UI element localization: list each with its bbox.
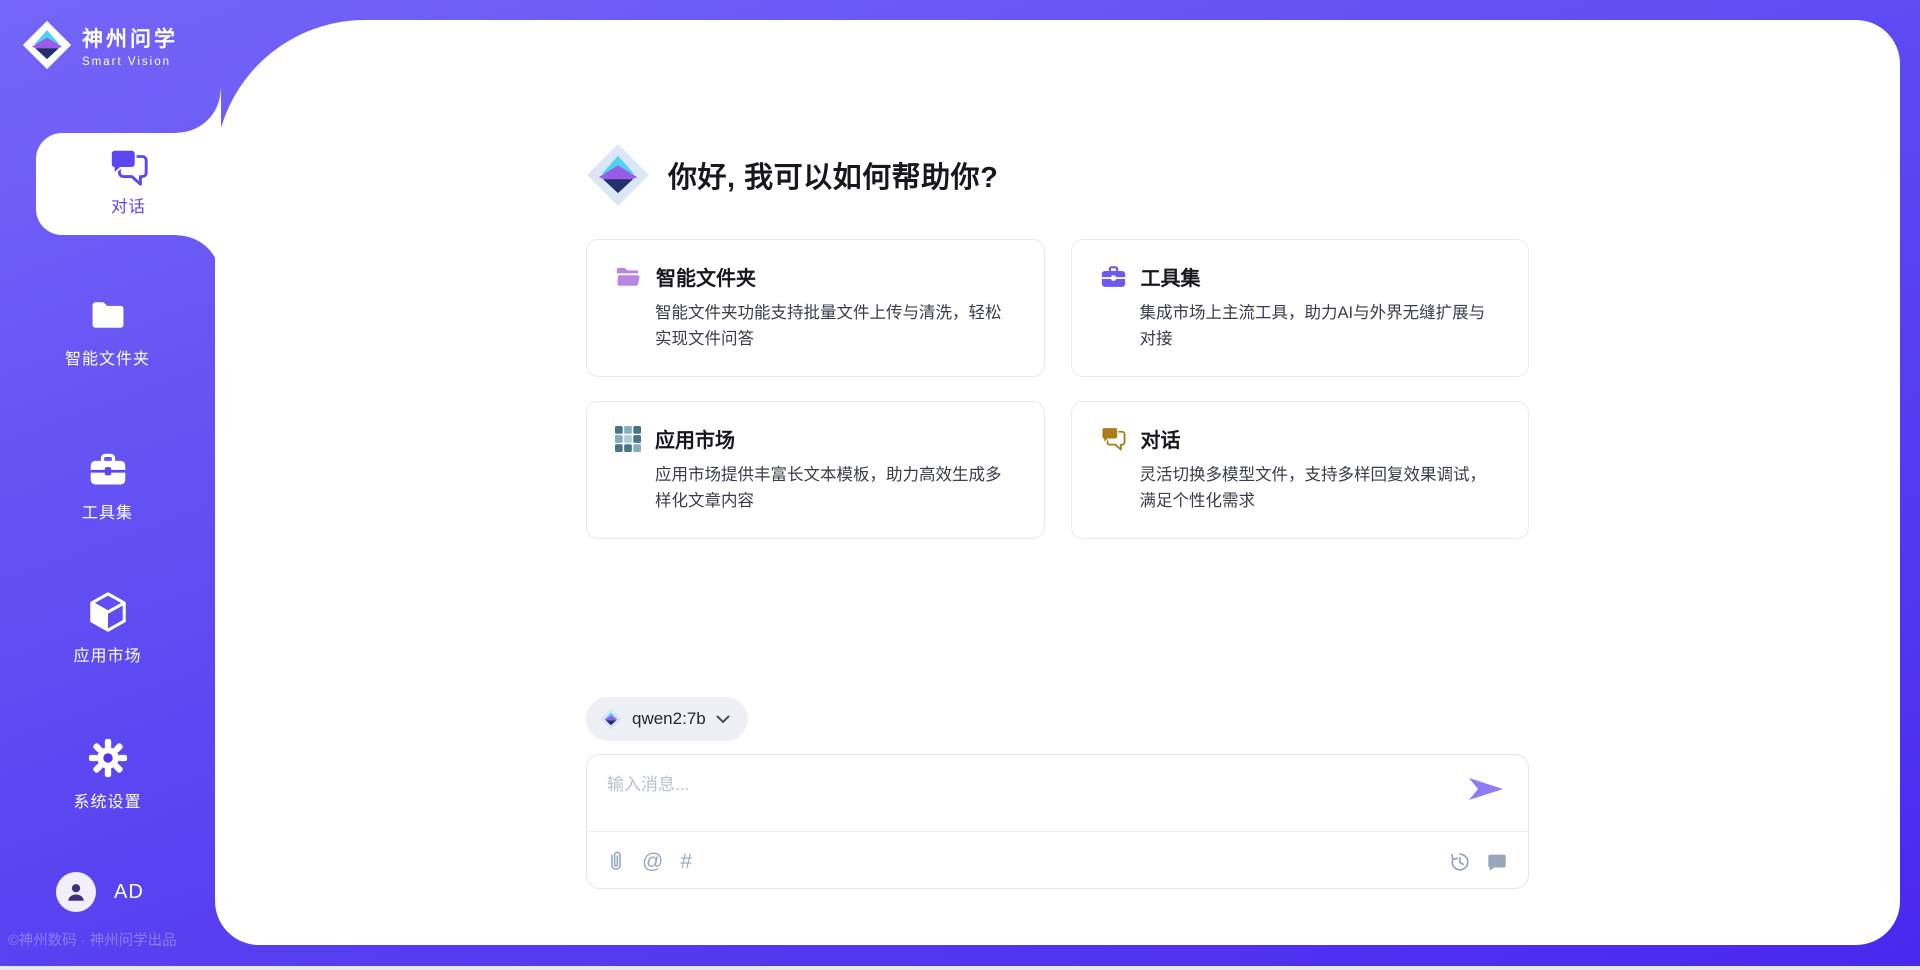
card-description: 集成市场上主流工具，助力AI与外界无缝扩展与对接 — [1140, 300, 1501, 352]
sidebar-item-label: 系统设置 — [0, 788, 215, 812]
send-icon — [1468, 777, 1504, 801]
user-name: AD — [114, 881, 144, 904]
sidebar-item-label: 应用市场 — [0, 642, 215, 666]
toolbox-icon — [88, 449, 128, 489]
topic-button[interactable]: # — [680, 851, 692, 872]
card-description: 灵活切换多模型文件，支持多样回复效果调试，满足个性化需求 — [1140, 462, 1501, 514]
new-chat-button[interactable] — [1486, 851, 1508, 873]
attach-file-button[interactable] — [607, 849, 625, 873]
greeting-row: 你好, 我可以如何帮助你? — [586, 143, 1529, 207]
card-chat[interactable]: 对话 灵活切换多模型文件，支持多样回复效果调试，满足个性化需求 — [1071, 401, 1530, 539]
chat-bubble-icon — [1486, 851, 1508, 873]
model-logo-icon — [600, 708, 622, 730]
composer-divider — [587, 831, 1528, 832]
sidebar-item-label: 对话 — [36, 193, 221, 217]
copyright-text: ©神州数码 · 神州问学出品 — [8, 929, 218, 950]
user-account[interactable]: AD — [56, 872, 144, 912]
hash-icon: # — [680, 851, 692, 872]
card-toolset[interactable]: 工具集 集成市场上主流工具，助力AI与外界无缝扩展与对接 — [1071, 239, 1530, 377]
history-button[interactable] — [1449, 851, 1471, 873]
cube-icon — [87, 591, 129, 633]
sidebar-item-smart-folder[interactable]: 智能文件夹 — [0, 293, 215, 369]
card-title: 对话 — [1141, 424, 1181, 453]
message-input[interactable] — [607, 770, 1458, 825]
person-icon — [64, 880, 88, 904]
sidebar-item-label: 工具集 — [0, 499, 215, 523]
chat-icon — [1100, 425, 1127, 452]
apps-grid-icon — [615, 426, 641, 452]
history-icon — [1449, 851, 1471, 873]
at-icon: @ — [642, 851, 663, 872]
greeting-title: 你好, 我可以如何帮助你? — [668, 154, 998, 196]
send-button[interactable] — [1468, 777, 1504, 804]
brand-tagline: Smart Vision — [82, 56, 178, 68]
message-composer: @ # — [586, 754, 1529, 889]
chat-icon — [108, 146, 150, 188]
app-logo-icon — [586, 143, 650, 207]
brand: 神州问学 Smart Vision — [22, 20, 178, 70]
sidebar-item-settings[interactable]: 系统设置 — [0, 736, 215, 812]
window-bottom-edge — [0, 966, 1920, 970]
brand-logo-icon — [22, 20, 72, 70]
card-app-market[interactable]: 应用市场 应用市场提供丰富长文本模板，助力高效生成多样化文章内容 — [586, 401, 1045, 539]
avatar — [56, 872, 96, 912]
card-smart-folder[interactable]: 智能文件夹 智能文件夹功能支持批量文件上传与清洗，轻松实现文件问答 — [586, 239, 1045, 377]
card-title: 智能文件夹 — [656, 262, 756, 291]
feature-cards: 智能文件夹 智能文件夹功能支持批量文件上传与清洗，轻松实现文件问答 工具集 集成… — [586, 239, 1529, 539]
card-title: 工具集 — [1141, 262, 1201, 291]
sidebar-item-toolset[interactable]: 工具集 — [0, 447, 215, 523]
brand-name: 神州问学 — [82, 23, 178, 53]
card-title: 应用市场 — [655, 424, 735, 453]
folder-icon — [615, 264, 642, 289]
model-selector[interactable]: qwen2:7b — [586, 697, 748, 741]
model-name: qwen2:7b — [632, 709, 706, 729]
main-content-panel: 你好, 我可以如何帮助你? 智能文件夹 智能文件夹功能支持批量文件上传与清洗，轻… — [215, 20, 1900, 945]
mention-button[interactable]: @ — [642, 851, 663, 872]
briefcase-icon — [1100, 263, 1127, 290]
chevron-down-icon — [716, 715, 730, 724]
paperclip-icon — [607, 849, 625, 873]
card-description: 智能文件夹功能支持批量文件上传与清洗，轻松实现文件问答 — [655, 300, 1016, 352]
sidebar-item-label: 智能文件夹 — [0, 345, 215, 369]
folder-icon — [88, 295, 128, 335]
gear-icon — [88, 738, 128, 778]
card-description: 应用市场提供丰富长文本模板，助力高效生成多样化文章内容 — [655, 462, 1016, 514]
sidebar: 神州问学 Smart Vision 对话 智能文件夹 — [0, 0, 215, 945]
sidebar-item-app-market[interactable]: 应用市场 — [0, 590, 215, 666]
sidebar-item-chat[interactable]: 对话 — [36, 133, 221, 235]
